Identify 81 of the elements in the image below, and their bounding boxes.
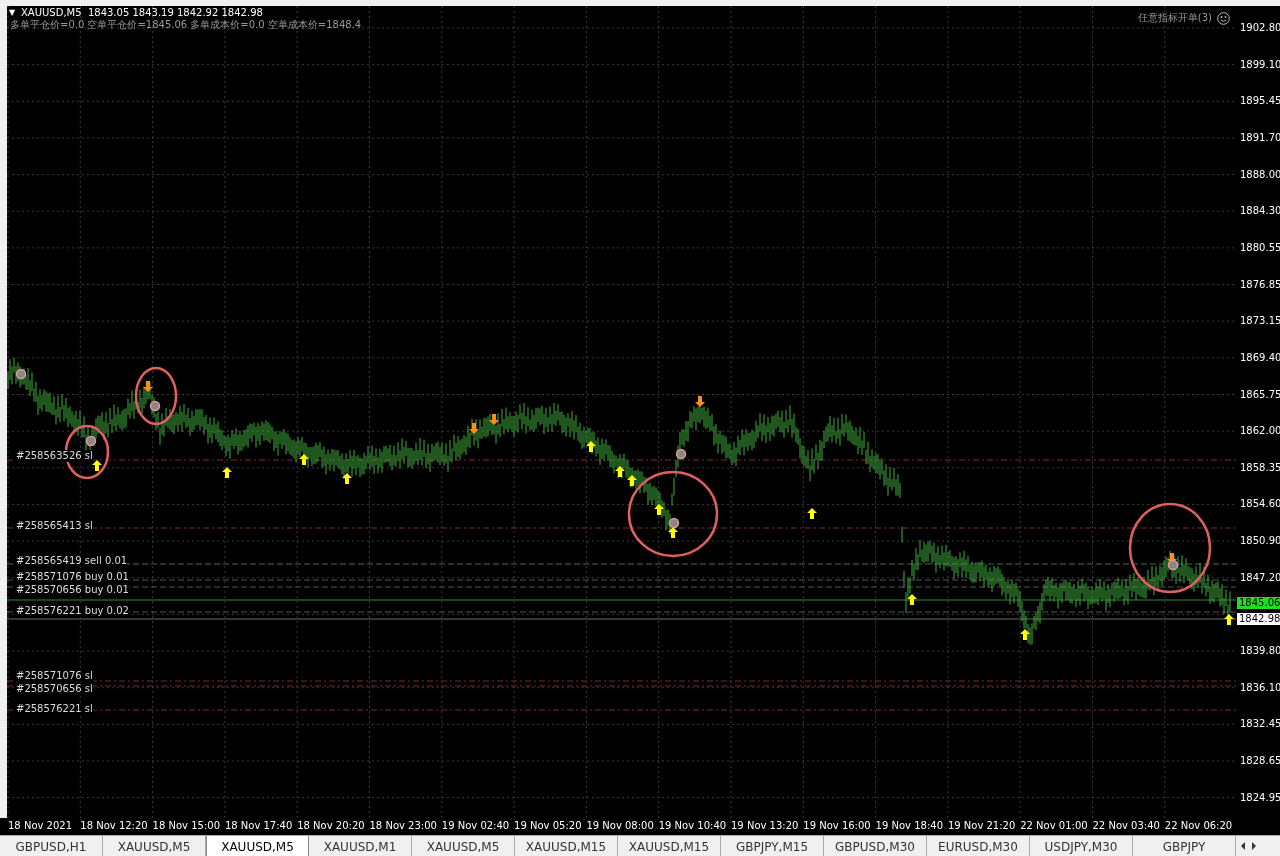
time-label: 19 Nov 16:00 (803, 820, 871, 832)
price-label: 1836.10 (1240, 681, 1280, 694)
price-label: 1839.80 (1240, 645, 1280, 658)
trade-dot-icon (1167, 559, 1179, 571)
price-label: 1895.45 (1240, 95, 1280, 108)
time-label: 19 Nov 05:20 (514, 820, 582, 832)
price-label: 1828.65 (1240, 755, 1280, 767)
price-label: 1854.60 (1240, 498, 1280, 511)
price-label: 1824.95 (1240, 791, 1280, 804)
price-label: 1902.80 (1240, 22, 1280, 34)
order-stats: 多单平仓价=0.0 空单平仓价=1845.06 多单成本价=0.0 空单成本价=1848.4 (10, 19, 362, 31)
time-label: 19 Nov 13:20 (731, 820, 799, 832)
price-label: 1832.45 (1240, 718, 1280, 731)
up-arrow-icon (1020, 629, 1030, 640)
time-label: 19 Nov 21:20 (947, 820, 1016, 832)
up-arrow-icon (907, 594, 917, 605)
price-label: 1858.35 (1240, 461, 1280, 474)
time-label: 18 Nov 23:00 (369, 820, 437, 832)
time-label: 22 Nov 06:20 (1164, 820, 1233, 832)
scroll-right-icon[interactable] (1250, 840, 1258, 852)
price-label: 1873.15 (1240, 315, 1280, 328)
trade-dot-icon (675, 448, 687, 460)
down-arrow-icon (143, 381, 153, 392)
order-label: #258571076 sl (16, 670, 93, 682)
time-label: 18 Nov 20:20 (297, 820, 365, 832)
scroll-left-icon[interactable] (1239, 840, 1247, 852)
time-label: 22 Nov 03:40 (1092, 820, 1160, 832)
up-arrow-icon (1224, 614, 1234, 625)
bid-price-tag: 1845.06 (1237, 597, 1280, 609)
price-label: 1865.75 (1240, 388, 1280, 401)
up-arrow-icon (807, 508, 817, 519)
order-label: #258576221 sl (16, 703, 93, 715)
time-label: 19 Nov 02:40 (441, 820, 510, 832)
down-arrow-icon (695, 396, 705, 407)
smiley-icon (1217, 12, 1230, 25)
price-label: 1891.70 (1240, 131, 1280, 144)
down-arrow-icon (489, 414, 499, 425)
trade-dot-icon (149, 400, 161, 412)
order-label: #258565419 sell 0.01 (16, 555, 128, 567)
up-arrow-icon (342, 473, 352, 484)
indicator-label: 任意指标开单(3) (1137, 12, 1212, 24)
trade-dot-icon (15, 368, 27, 380)
trade-dot-icon (668, 517, 680, 529)
time-label: 19 Nov 10:40 (658, 820, 727, 832)
time-label: 19 Nov 08:00 (586, 820, 654, 832)
order-label: #258570656 sl (16, 683, 93, 695)
order-label: #258570656 buy 0.01 (16, 584, 129, 596)
time-label: 22 Nov 01:00 (1020, 820, 1088, 832)
order-label: #258565413 sl (16, 520, 93, 532)
up-arrow-icon (615, 466, 625, 477)
time-label: 18 Nov 2021 (8, 820, 73, 832)
up-arrow-icon (586, 441, 596, 452)
symbol-info: XAUUSD,M5 1843.05 1843.19 1842.92 1842.98 (21, 7, 263, 19)
collapse-icon: ▼ (9, 7, 16, 19)
order-label: #258563526 sl (16, 450, 93, 462)
order-label: #258571076 buy 0.01 (16, 571, 129, 583)
price-label: 1899.10 (1240, 58, 1280, 71)
price-label: 1862.00 (1240, 425, 1280, 438)
up-arrow-icon (654, 504, 664, 515)
price-label: 1876.85 (1240, 278, 1280, 291)
up-arrow-icon (299, 454, 309, 465)
price-label: 1847.20 (1240, 571, 1280, 584)
time-label: 18 Nov 12:20 (80, 820, 148, 832)
trade-dot-icon (85, 435, 97, 447)
price-label: 1888.00 (1240, 168, 1280, 181)
up-arrow-icon (627, 475, 637, 486)
down-arrow-icon (469, 423, 479, 434)
price-label: 1869.40 (1240, 351, 1280, 364)
up-arrow-icon (222, 467, 232, 478)
annotation-circle (134, 366, 178, 426)
time-label: 18 Nov 15:00 (152, 820, 220, 832)
up-arrow-icon (668, 527, 678, 538)
price-label: 1880.55 (1240, 241, 1280, 254)
up-arrow-icon (92, 460, 102, 471)
time-label: 19 Nov 18:40 (875, 820, 943, 832)
price-label: 1884.30 (1240, 205, 1280, 218)
price-label: 1850.90 (1240, 535, 1280, 548)
ask-price-tag: 1842.98 (1237, 613, 1280, 625)
time-label: 18 Nov 17:40 (224, 820, 293, 832)
chart-tab[interactable]: XAUUSD,M5 (206, 836, 309, 856)
order-label: #258576221 buy 0.02 (16, 605, 129, 617)
